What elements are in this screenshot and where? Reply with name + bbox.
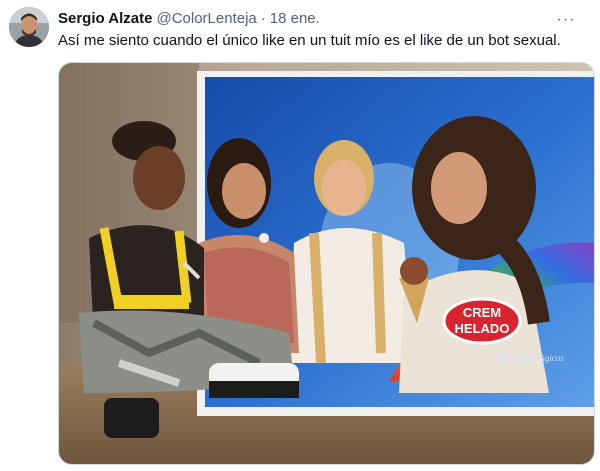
avatar[interactable] — [9, 7, 49, 47]
tweet-date[interactable]: 18 ene. — [270, 10, 320, 27]
avatar-image — [9, 7, 49, 47]
poster-tagline: Momentos mágicos — [493, 353, 564, 363]
poster-brand-line2: HELADO — [455, 321, 510, 336]
tweet-media-photo[interactable]: CREM HELADO Momentos mágicos — [58, 62, 595, 465]
more-options-glyph: ··· — [556, 11, 576, 28]
tweet-text: Así me siento cuando el único like en un… — [58, 32, 561, 49]
author-handle[interactable]: @ColorLenteja — [156, 10, 256, 27]
more-options-icon[interactable]: ··· — [554, 10, 578, 30]
author-name[interactable]: Sergio Alzate — [58, 10, 152, 27]
tweet-header: Sergio Alzate @ColorLenteja · 18 ene. ··… — [58, 8, 588, 30]
separator-dot: · — [260, 9, 266, 27]
photo-illustration: CREM HELADO Momentos mágicos — [59, 63, 594, 464]
poster-brand-line1: CREM — [463, 305, 501, 320]
